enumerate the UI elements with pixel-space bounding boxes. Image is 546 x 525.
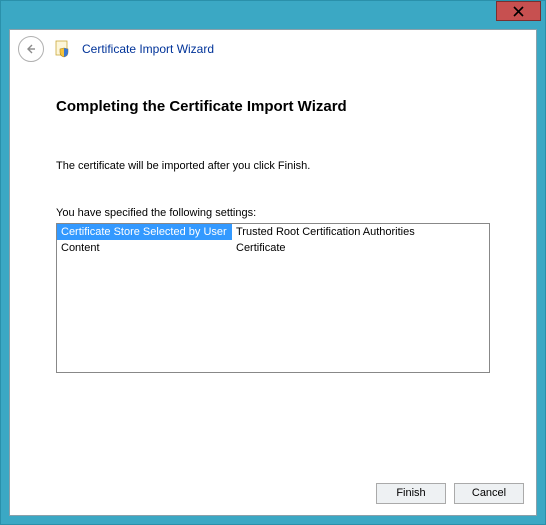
settings-label: You have specified the following setting… [56, 207, 490, 219]
settings-key: Certificate Store Selected by User [57, 224, 232, 240]
settings-list[interactable]: Certificate Store Selected by User Trust… [56, 223, 490, 373]
wizard-window: Certificate Import Wizard Completing the… [0, 0, 546, 525]
cancel-button[interactable]: Cancel [454, 483, 524, 504]
settings-value: Trusted Root Certification Authorities [232, 224, 489, 240]
wizard-title: Certificate Import Wizard [82, 42, 214, 56]
page-heading: Completing the Certificate Import Wizard [56, 98, 490, 115]
wizard-panel: Certificate Import Wizard Completing the… [9, 29, 537, 516]
certificate-shield-icon [54, 40, 72, 58]
titlebar [1, 1, 545, 29]
settings-value: Certificate [232, 240, 489, 256]
settings-key: Content [57, 240, 232, 256]
settings-row[interactable]: Certificate Store Selected by User Trust… [57, 224, 489, 240]
wizard-content: Completing the Certificate Import Wizard… [10, 68, 536, 471]
wizard-header: Certificate Import Wizard [10, 30, 536, 68]
close-button[interactable] [496, 1, 541, 21]
wizard-footer: Finish Cancel [10, 471, 536, 515]
finish-button[interactable]: Finish [376, 483, 446, 504]
back-button[interactable] [18, 36, 44, 62]
back-arrow-icon [25, 43, 37, 55]
close-icon [513, 6, 524, 17]
settings-row[interactable]: Content Certificate [57, 240, 489, 256]
instruction-text: The certificate will be imported after y… [56, 160, 490, 172]
